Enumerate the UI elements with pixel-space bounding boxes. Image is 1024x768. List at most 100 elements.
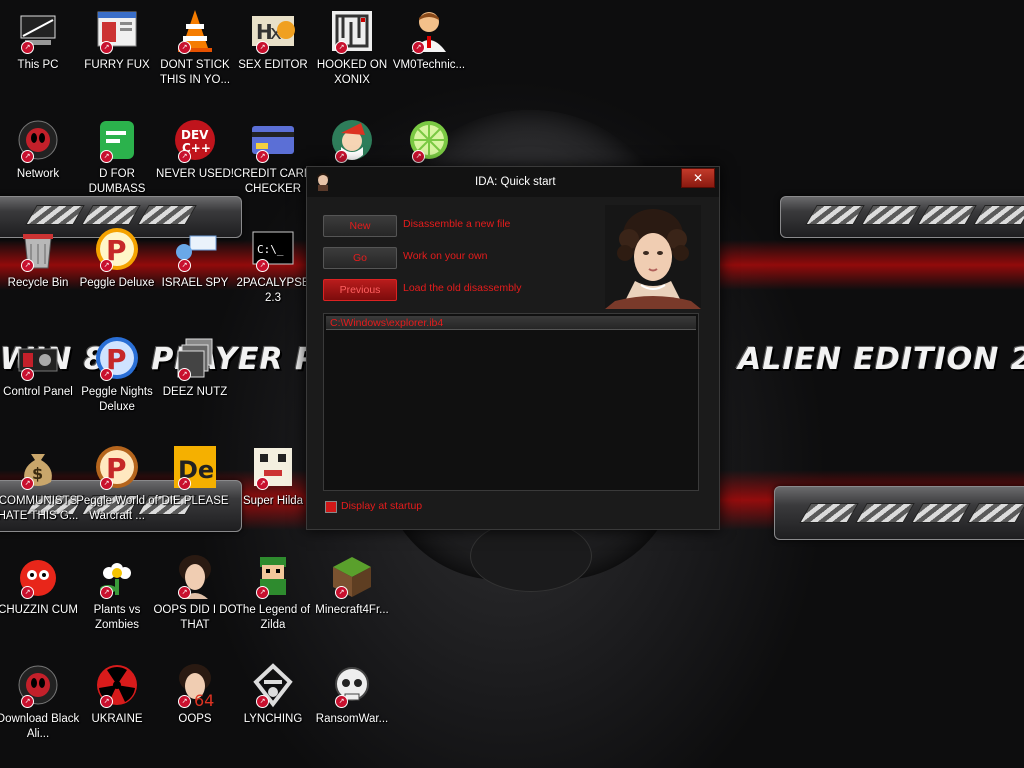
shortcut-overlay-icon: ↗ <box>178 41 191 54</box>
ida-quick-start-dialog: IDA: Quick start ✕ New Disassemble a new… <box>306 166 720 530</box>
green-document-icon: ↗ <box>94 117 140 163</box>
shortcut-overlay-icon: ↗ <box>335 150 348 163</box>
computer-icon: ↗ <box>15 8 61 54</box>
desktop-icon[interactable]: ↗ VM0Technic... <box>391 8 467 73</box>
ida-app-icon <box>315 173 331 191</box>
portrait-64-icon: 64 ↗ <box>172 662 218 708</box>
close-button[interactable]: ✕ <box>681 168 715 188</box>
desktop-icon-label: Peggle Nights Deluxe <box>81 386 153 413</box>
shortcut-overlay-icon: ↗ <box>21 695 34 708</box>
desktop-icon[interactable]: ↗ UKRAINE <box>79 662 155 727</box>
desktop-icon[interactable]: Hx ↗ SEX EDITOR <box>235 8 311 73</box>
alien-globe-icon: ↗ <box>15 117 61 163</box>
window-icon: ↗ <box>94 8 140 54</box>
shortcut-overlay-icon: ↗ <box>21 259 34 272</box>
desktop-icon[interactable]: C:\_ ↗ 2PACALYPSE 2.3 <box>235 226 311 306</box>
recent-file-item[interactable]: C:\Windows\explorer.ib4 <box>326 316 696 330</box>
new-button[interactable]: New <box>323 215 397 237</box>
desktop-icon[interactable]: ↗ The Legend of Zilda <box>235 553 311 633</box>
desktop-icon[interactable]: ↗ CREDIT CARD CHECKER <box>234 117 312 197</box>
desktop-icon-label: Download Black Ali... <box>0 713 80 740</box>
shortcut-overlay-icon: ↗ <box>100 695 113 708</box>
desktop-icon-label: This PC <box>17 59 59 71</box>
desktop-icon-label: LYNCHING <box>243 713 303 725</box>
desktop-icon[interactable]: ↗ Download Black Ali... <box>0 662 79 742</box>
desktop-icon[interactable]: ↗ CHUZZIN CUM <box>0 553 78 618</box>
desktop-icon[interactable]: 64 ↗ OOPS <box>157 662 233 727</box>
desktop-icon[interactable]: $ ↗ COMMUNISTS HATE THIS G... <box>0 444 78 524</box>
desktop-icon[interactable]: De ↗ DIE PLEASE <box>157 444 233 509</box>
stack-icon: ↗ <box>172 335 218 381</box>
desktop-icon[interactable]: ↗ FURRY FUX <box>79 8 155 73</box>
grass-block-icon: ↗ <box>329 553 375 599</box>
shortcut-overlay-icon: ↗ <box>100 150 113 163</box>
desktop-icon[interactable]: DEV C++ ↗ NEVER USED! <box>156 117 234 182</box>
desktop-icon[interactable]: ↗ Minecraft4Fr... <box>314 553 390 618</box>
svg-text:$: $ <box>32 464 43 483</box>
display-at-startup-label: Display at startup <box>341 500 423 512</box>
desktop-icon-label: HOOKED ON XONIX <box>316 59 388 86</box>
previous-button-description: Load the old disassembly <box>403 282 522 294</box>
desktop-icon[interactable]: ↗ LYNCHING <box>235 662 311 727</box>
svg-text:64: 64 <box>194 691 214 708</box>
shortcut-overlay-icon: ↗ <box>335 41 348 54</box>
lime-icon: ↗ <box>406 117 452 163</box>
display-at-startup-checkbox[interactable] <box>325 501 337 513</box>
devcpp-icon: DEV C++ ↗ <box>172 117 218 163</box>
credit-card-icon: ↗ <box>250 117 296 163</box>
desktop-icon[interactable]: P ↗ Peggle Nights Deluxe <box>79 335 155 415</box>
desktop-icon-label: Recycle Bin <box>7 277 69 289</box>
shortcut-overlay-icon: ↗ <box>100 477 113 490</box>
pixel-dog-icon: ↗ <box>250 444 296 490</box>
shortcut-overlay-icon: ↗ <box>178 259 191 272</box>
desktop-icon-label: Peggle World of Warcraft ... <box>76 495 158 522</box>
desktop-icon[interactable]: P ↗ Peggle World of Warcraft ... <box>76 444 158 524</box>
desktop-icon[interactable]: ↗ D FOR DUMBASS <box>79 117 155 197</box>
desktop-icon-label: CHUZZIN CUM <box>0 604 78 616</box>
new-button-description: Disassemble a new file <box>403 218 511 230</box>
desktop-icon[interactable]: ↗ RansomWar... <box>314 662 390 727</box>
metal-panel-top-right <box>780 196 1024 238</box>
desktop-icon[interactable]: ↗ This PC <box>0 8 76 73</box>
desktop-icon[interactable]: ↗ OOPS DID I DO THAT <box>153 553 237 633</box>
desktop-icon-label: RansomWar... <box>315 713 389 725</box>
peggle-wow-icon: P ↗ <box>94 444 140 490</box>
desktop-icon[interactable]: ↗ Super Hilda <box>235 444 311 509</box>
peggle-icon: P ↗ <box>94 226 140 272</box>
link-icon: ↗ <box>250 553 296 599</box>
desktop-icon[interactable]: ↗ Control Panel <box>0 335 76 400</box>
desktop-icon[interactable]: ↗ HOOKED ON XONIX <box>314 8 390 88</box>
dialog-titlebar[interactable]: IDA: Quick start ✕ <box>307 167 719 197</box>
desktop-icon-label: Plants vs Zombies <box>93 604 141 631</box>
desktop-icon[interactable]: ↗ Recycle Bin <box>0 226 76 291</box>
desktop-icon[interactable]: ↗ ISRAEL SPY <box>157 226 233 291</box>
desktop-icon-label: COMMUNISTS HATE THIS G... <box>0 495 79 522</box>
money-bag-icon: $ ↗ <box>15 444 61 490</box>
desktop-icon-label: Control Panel <box>3 386 73 398</box>
desktop-icon[interactable]: ↗ Network <box>0 117 76 182</box>
hxd-icon: Hx ↗ <box>250 8 296 54</box>
flower-icon: ↗ <box>94 553 140 599</box>
desktop-icon[interactable]: ↗ DONT STICK THIS IN YO... <box>157 8 233 88</box>
desktop-icon-label: OOPS DID I DO THAT <box>153 604 237 631</box>
shortcut-overlay-icon: ↗ <box>21 368 34 381</box>
wallpaper-banner-right: ALIEN EDITION 201 <box>738 342 1024 377</box>
portrait-icon: ↗ <box>172 553 218 599</box>
desktop-icon-label: FURRY FUX <box>84 59 150 71</box>
shortcut-overlay-icon: ↗ <box>256 586 269 599</box>
maze-icon: ↗ <box>329 8 375 54</box>
previous-button[interactable]: Previous <box>323 279 397 301</box>
desktop-icon[interactable]: ↗ DEEZ NUTZ <box>157 335 233 400</box>
spy-icon: ↗ <box>172 226 218 272</box>
shortcut-overlay-icon: ↗ <box>178 695 191 708</box>
go-button[interactable]: Go <box>323 247 397 269</box>
desktop-icon-label: 2PACALYPSE 2.3 <box>236 277 310 304</box>
desktop-icon-label: DONT STICK THIS IN YO... <box>159 59 231 86</box>
desktop-icon-label: Minecraft4Fr... <box>315 604 389 616</box>
desktop-icon[interactable]: P ↗ Peggle Deluxe <box>79 226 155 291</box>
shortcut-overlay-icon: ↗ <box>100 259 113 272</box>
recent-files-list[interactable]: C:\Windows\explorer.ib4 <box>323 313 699 491</box>
desktop-icon-label: Network <box>16 168 60 180</box>
ida-portrait-image <box>605 205 701 309</box>
desktop-icon[interactable]: ↗ Plants vs Zombies <box>79 553 155 633</box>
